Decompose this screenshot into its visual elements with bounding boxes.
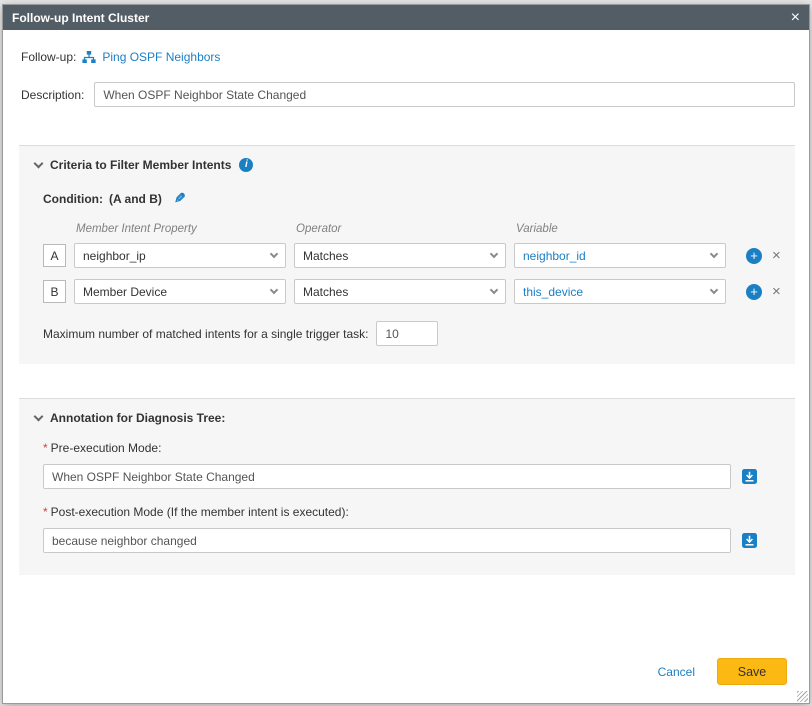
collapse-chevron-icon — [34, 158, 44, 168]
insert-variable-icon[interactable] — [741, 532, 758, 549]
row-letter-badge: A — [43, 244, 66, 267]
chevron-down-icon — [270, 250, 278, 258]
select-value: Member Device — [83, 285, 167, 299]
chevron-down-icon — [490, 250, 498, 258]
variable-select-a[interactable]: neighbor_id — [514, 243, 726, 268]
dialog-footer: Cancel Save — [3, 658, 809, 703]
column-header-variable: Variable — [516, 223, 736, 235]
operator-select-b[interactable]: Matches — [294, 279, 506, 304]
criteria-panel-title: Criteria to Filter Member Intents — [50, 158, 231, 172]
post-execution-label-text: Post-execution Mode (If the member inten… — [51, 505, 349, 519]
close-icon[interactable]: × — [791, 10, 800, 26]
intent-cluster-icon — [82, 50, 96, 64]
description-row: Description: — [21, 82, 795, 107]
resize-handle[interactable] — [797, 691, 808, 702]
pre-execution-label: *Pre-execution Mode: — [43, 441, 781, 455]
chevron-down-icon — [490, 286, 498, 294]
column-header-operator: Operator — [296, 223, 516, 235]
post-execution-row — [43, 528, 781, 553]
select-value: Matches — [303, 249, 348, 263]
column-header-property: Member Intent Property — [76, 223, 296, 235]
property-select-a[interactable]: neighbor_ip — [74, 243, 286, 268]
criteria-column-headers: Member Intent Property Operator Variable — [76, 223, 781, 235]
property-select-b[interactable]: Member Device — [74, 279, 286, 304]
dialog-body: Follow-up: Ping OSPF Neighbors Descripti… — [3, 30, 809, 658]
criteria-panel: Criteria to Filter Member Intents i Cond… — [19, 145, 795, 364]
select-value: this_device — [523, 285, 583, 299]
info-icon[interactable]: i — [239, 158, 253, 172]
criteria-panel-header[interactable]: Criteria to Filter Member Intents i — [35, 158, 781, 172]
variable-select-b[interactable]: this_device — [514, 279, 726, 304]
chevron-down-icon — [710, 286, 718, 294]
post-execution-label: *Post-execution Mode (If the member inte… — [43, 505, 781, 519]
chevron-down-icon — [270, 286, 278, 294]
save-button[interactable]: Save — [717, 658, 787, 685]
description-input[interactable] — [94, 82, 795, 107]
condition-row: Condition: (A and B) ✎ — [43, 190, 781, 207]
select-value: Matches — [303, 285, 348, 299]
follow-up-intent-link[interactable]: Ping OSPF Neighbors — [102, 50, 220, 64]
chevron-down-icon — [710, 250, 718, 258]
annotation-panel: Annotation for Diagnosis Tree: *Pre-exec… — [19, 398, 795, 575]
max-intents-label: Maximum number of matched intents for a … — [43, 327, 368, 341]
collapse-chevron-icon — [34, 411, 44, 421]
followup-intent-cluster-dialog: Follow-up Intent Cluster × Follow-up: Pi… — [2, 4, 810, 704]
add-condition-icon[interactable]: + — [746, 248, 762, 264]
select-value: neighbor_ip — [83, 249, 146, 263]
edit-condition-icon[interactable]: ✎ — [174, 190, 186, 207]
description-label: Description: — [21, 88, 84, 102]
required-marker: * — [43, 505, 48, 519]
max-intents-row: Maximum number of matched intents for a … — [43, 321, 781, 346]
remove-condition-icon[interactable]: × — [772, 284, 781, 299]
pre-execution-input[interactable] — [43, 464, 731, 489]
cancel-button[interactable]: Cancel — [658, 665, 695, 679]
criteria-row-b: B Member Device Matches this_device + × — [43, 279, 781, 304]
remove-condition-icon[interactable]: × — [772, 248, 781, 263]
post-execution-input[interactable] — [43, 528, 731, 553]
condition-label: Condition: — [43, 192, 103, 206]
required-marker: * — [43, 441, 48, 455]
row-letter-badge: B — [43, 280, 66, 303]
dialog-header: Follow-up Intent Cluster × — [3, 5, 809, 30]
add-condition-icon[interactable]: + — [746, 284, 762, 300]
annotation-panel-header[interactable]: Annotation for Diagnosis Tree: — [35, 411, 781, 425]
follow-up-row: Follow-up: Ping OSPF Neighbors — [21, 50, 795, 64]
insert-variable-icon[interactable] — [741, 468, 758, 485]
follow-up-label: Follow-up: — [21, 50, 76, 64]
select-value: neighbor_id — [523, 249, 586, 263]
annotation-panel-title: Annotation for Diagnosis Tree: — [50, 411, 225, 425]
dialog-title: Follow-up Intent Cluster — [12, 11, 149, 25]
operator-select-a[interactable]: Matches — [294, 243, 506, 268]
pre-execution-label-text: Pre-execution Mode: — [51, 441, 162, 455]
criteria-row-a: A neighbor_ip Matches neighbor_id + × — [43, 243, 781, 268]
pre-execution-row — [43, 464, 781, 489]
max-intents-input[interactable] — [376, 321, 438, 346]
condition-expression: (A and B) — [109, 192, 162, 206]
